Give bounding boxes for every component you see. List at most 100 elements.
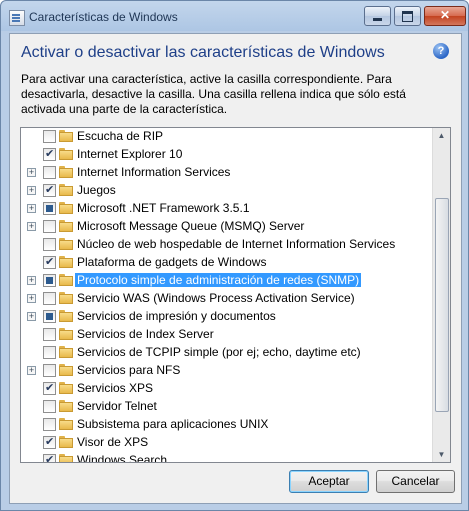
feature-checkbox[interactable] [43, 328, 56, 341]
folder-icon [59, 130, 73, 142]
minimize-button[interactable] [364, 6, 391, 26]
feature-item[interactable]: Núcleo de web hospedable de Internet Inf… [21, 236, 431, 254]
feature-item[interactable]: + Protocolo simple de administración de r… [21, 272, 431, 290]
folder-icon [59, 256, 73, 268]
feature-item[interactable]: Internet Explorer 10 [21, 146, 431, 164]
feature-item[interactable]: Servidor Telnet [21, 398, 431, 416]
feature-item[interactable]: Visor de XPS [21, 434, 431, 452]
feature-item[interactable]: Escucha de RIP [21, 128, 431, 146]
scroll-down-icon[interactable]: ▼ [434, 447, 449, 462]
feature-checkbox[interactable] [43, 435, 56, 449]
feature-label: Servicio WAS (Windows Process Activation… [77, 291, 355, 305]
feature-label: Servidor Telnet [77, 399, 157, 413]
folder-icon [59, 454, 73, 462]
feature-label: Servicios XPS [77, 381, 154, 395]
maximize-button[interactable] [394, 6, 421, 26]
folder-icon [59, 346, 73, 358]
scroll-thumb[interactable] [435, 198, 449, 412]
feature-item[interactable]: + Servicios de impresión y documentos [21, 308, 431, 326]
feature-label: Servicios de impresión y documentos [77, 309, 276, 323]
feature-checkbox[interactable] [43, 453, 56, 462]
feature-item[interactable]: + Microsoft .NET Framework 3.5.1 [21, 200, 431, 218]
feature-label: Servicios para NFS [77, 363, 181, 377]
close-button[interactable] [424, 6, 466, 26]
vertical-scrollbar[interactable]: ▲ ▼ [432, 128, 450, 462]
scroll-up-icon[interactable]: ▲ [434, 128, 449, 143]
feature-checkbox[interactable] [43, 238, 56, 251]
feature-checkbox[interactable] [43, 130, 56, 143]
feature-item[interactable]: Servicios de TCPIP simple (por ej; echo,… [21, 344, 431, 362]
feature-label: Escucha de RIP [77, 129, 164, 143]
cancel-button[interactable]: Cancelar [376, 470, 455, 493]
feature-checkbox[interactable] [43, 400, 56, 413]
feature-item[interactable]: Servicios XPS [21, 380, 431, 398]
folder-icon [59, 292, 73, 304]
feature-item[interactable]: Plataforma de gadgets de Windows [21, 254, 431, 272]
folder-icon [59, 220, 73, 232]
help-icon[interactable]: ? [433, 43, 449, 59]
features-tree[interactable]: Escucha de RIP Internet Explorer 10 + Inter… [20, 127, 451, 463]
feature-checkbox[interactable] [43, 166, 56, 179]
feature-checkbox[interactable] [43, 292, 56, 305]
feature-item[interactable]: + Servicio WAS (Windows Process Activatio… [21, 290, 431, 308]
folder-icon [59, 166, 73, 178]
ok-button[interactable]: Aceptar [289, 470, 369, 493]
expand-icon[interactable]: + [27, 276, 36, 285]
folder-icon [59, 328, 73, 340]
feature-checkbox[interactable] [43, 346, 56, 359]
expand-icon[interactable]: + [27, 366, 36, 375]
feature-item[interactable]: Subsistema para aplicaciones UNIX [21, 416, 431, 434]
title-bar[interactable]: Características de Windows [1, 1, 468, 33]
folder-icon [59, 418, 73, 430]
folder-icon [59, 400, 73, 412]
feature-checkbox[interactable] [43, 364, 56, 377]
feature-label: Servicios de Index Server [77, 327, 214, 341]
feature-label: Microsoft .NET Framework 3.5.1 [77, 201, 250, 215]
feature-item[interactable]: + Juegos [21, 182, 431, 200]
feature-checkbox[interactable] [43, 310, 56, 323]
folder-icon [59, 382, 73, 394]
window-app-icon [9, 10, 25, 26]
feature-label: Núcleo de web hospedable de Internet Inf… [77, 237, 396, 251]
feature-label: Windows Search [77, 453, 168, 463]
folder-icon [59, 274, 73, 286]
instructions-text: Para activar una característica, active … [21, 72, 406, 116]
feature-label: Internet Explorer 10 [77, 147, 183, 161]
folder-icon [59, 238, 73, 250]
folder-icon [59, 310, 73, 322]
folder-icon [59, 364, 73, 376]
expand-icon[interactable]: + [27, 204, 36, 213]
feature-checkbox[interactable] [43, 274, 56, 287]
feature-item[interactable]: + Microsoft Message Queue (MSMQ) Server [21, 218, 431, 236]
expand-icon[interactable]: + [27, 312, 36, 321]
feature-item[interactable]: + Internet Information Services [21, 164, 431, 182]
feature-checkbox[interactable] [43, 418, 56, 431]
folder-icon [59, 202, 73, 214]
feature-label: Protocolo simple de administración de re… [73, 272, 363, 288]
feature-label: Microsoft Message Queue (MSMQ) Server [77, 219, 305, 233]
feature-checkbox[interactable] [43, 255, 56, 269]
feature-label: Subsistema para aplicaciones UNIX [77, 417, 269, 431]
expand-icon[interactable]: + [27, 294, 36, 303]
feature-checkbox[interactable] [43, 220, 56, 233]
feature-checkbox[interactable] [43, 381, 56, 395]
features-window: Características de Windows Activar o des… [0, 0, 469, 511]
feature-item[interactable]: + Servicios para NFS [21, 362, 431, 380]
expand-icon[interactable]: + [27, 186, 36, 195]
expand-icon[interactable]: + [27, 168, 36, 177]
folder-icon [59, 148, 73, 160]
window-title: Características de Windows [29, 10, 178, 24]
dialog-heading: Activar o desactivar las características… [21, 44, 385, 61]
feature-checkbox[interactable] [43, 202, 56, 215]
folder-icon [59, 436, 73, 448]
folder-icon [59, 184, 73, 196]
feature-label: Visor de XPS [77, 435, 149, 449]
feature-item[interactable]: Windows Search [21, 452, 431, 463]
dialog-content: Activar o desactivar las características… [9, 33, 462, 504]
feature-label: Servicios de TCPIP simple (por ej; echo,… [77, 345, 361, 359]
feature-item[interactable]: Servicios de Index Server [21, 326, 431, 344]
feature-checkbox[interactable] [43, 147, 56, 161]
expand-icon[interactable]: + [27, 222, 36, 231]
feature-label: Plataforma de gadgets de Windows [77, 255, 267, 269]
feature-checkbox[interactable] [43, 183, 56, 197]
